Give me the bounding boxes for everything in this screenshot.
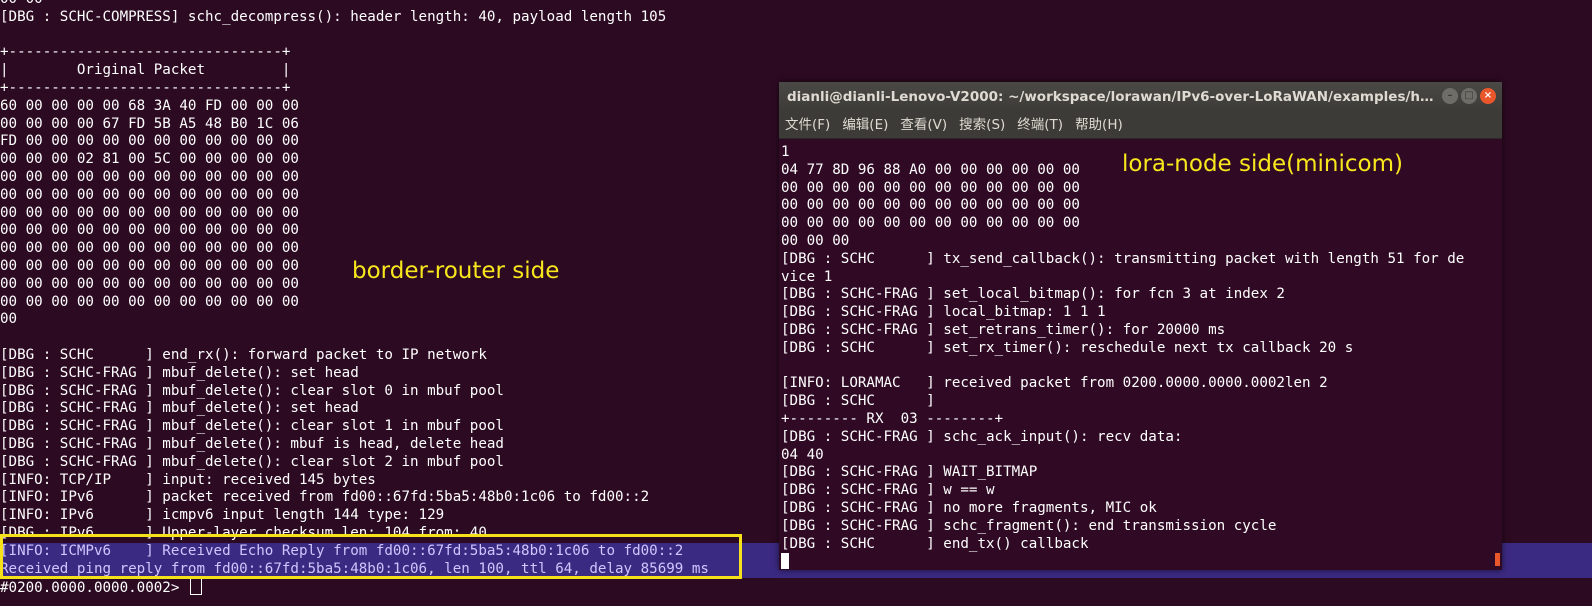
terminal-line: +--------------------------------+ bbox=[0, 44, 291, 61]
terminal-line: [DBG : SCHC-FRAG ] schc_fragment(): end … bbox=[781, 517, 1277, 534]
terminal-line: [DBG : SCHC-FRAG ] set_retrans_timer(): … bbox=[781, 321, 1226, 338]
terminal-line: [DBG : SCHC ] end_tx() callback bbox=[781, 535, 1089, 552]
shell-prompt: #0200.0000.0000.0002> bbox=[0, 580, 188, 597]
terminal-line: vice 1 bbox=[781, 268, 833, 285]
menu-file[interactable]: 文件(F) bbox=[785, 112, 830, 138]
cursor-icon bbox=[781, 553, 789, 570]
terminal-line: [DBG : SCHC-FRAG ] no more fragments, MI… bbox=[781, 499, 1157, 516]
terminal-line: [DBG : SCHC ] bbox=[781, 393, 935, 410]
scrollbar-marker[interactable] bbox=[1495, 553, 1500, 566]
terminal-line: 00 00 00 bbox=[781, 232, 850, 249]
close-icon[interactable]: × bbox=[1480, 88, 1496, 104]
terminal-line: [DBG : SCHC-FRAG ] w == w bbox=[781, 482, 995, 499]
maximize-icon[interactable]: □ bbox=[1461, 88, 1477, 104]
terminal-line: [DBG : SCHC-COMPRESS] schc_decompress():… bbox=[0, 8, 667, 25]
menu-terminal[interactable]: 终端(T) bbox=[1017, 112, 1063, 138]
lora-node-side-label: lora-node side(minicom) bbox=[1122, 151, 1403, 177]
menu-help[interactable]: 帮助(H) bbox=[1075, 112, 1123, 138]
terminal-line: 00 00 bbox=[0, 0, 1592, 9]
minimize-icon[interactable]: – bbox=[1442, 88, 1458, 104]
cursor-line bbox=[781, 553, 1502, 570]
terminal-line: 04 40 bbox=[781, 446, 824, 463]
terminal-line: 00 00 00 00 00 00 00 00 00 00 00 00 bbox=[781, 197, 1080, 214]
terminal-line: 00 00 00 00 00 00 00 00 00 00 00 00 bbox=[781, 215, 1080, 232]
window-title: dianli@dianli-Lenovo-V2000: ~/workspace/… bbox=[787, 89, 1437, 105]
cursor-icon bbox=[189, 578, 202, 596]
menu-search[interactable]: 搜索(S) bbox=[959, 112, 1005, 138]
border-router-side-label: border-router side bbox=[352, 258, 560, 284]
terminal-line: [DBG : SCHC ] set_rx_timer(): reschedule… bbox=[781, 339, 1354, 356]
terminal-line: [DBG : SCHC-FRAG ] set_local_bitmap(): f… bbox=[781, 286, 1285, 303]
menu-view[interactable]: 查看(V) bbox=[900, 112, 947, 138]
terminal-line: 00 00 00 00 00 00 00 00 00 00 00 00 bbox=[781, 179, 1080, 196]
terminal-line: [DBG : SCHC-FRAG ] WAIT_BITMAP bbox=[781, 464, 1038, 481]
terminal-line: [DBG : SCHC-FRAG ] schc_ack_input(): rec… bbox=[781, 428, 1183, 445]
terminal-line: [INFO: LORAMAC ] received packet from 02… bbox=[781, 375, 1328, 392]
terminal-line: | Original Packet | bbox=[0, 62, 291, 79]
prompt-line[interactable]: #0200.0000.0000.0002> bbox=[0, 578, 1592, 596]
window-menubar: 文件(F) 编辑(E) 查看(V) 搜索(S) 终端(T) 帮助(H) bbox=[779, 112, 1502, 139]
terminal-line: +-------- RX 03 --------+ bbox=[781, 410, 1004, 427]
lora-node-terminal-output[interactable]: 1 04 77 8D 96 88 A0 00 00 00 00 00 00 00 0… bbox=[779, 139, 1502, 570]
menu-edit[interactable]: 编辑(E) bbox=[842, 112, 888, 138]
terminal-line: [DBG : SCHC ] tx_send_callback(): transm… bbox=[781, 250, 1465, 267]
terminal-line: [DBG : SCHC-FRAG ] local_bitmap: 1 1 1 bbox=[781, 304, 1106, 321]
window-titlebar[interactable]: dianli@dianli-Lenovo-V2000: ~/workspace/… bbox=[779, 82, 1502, 112]
